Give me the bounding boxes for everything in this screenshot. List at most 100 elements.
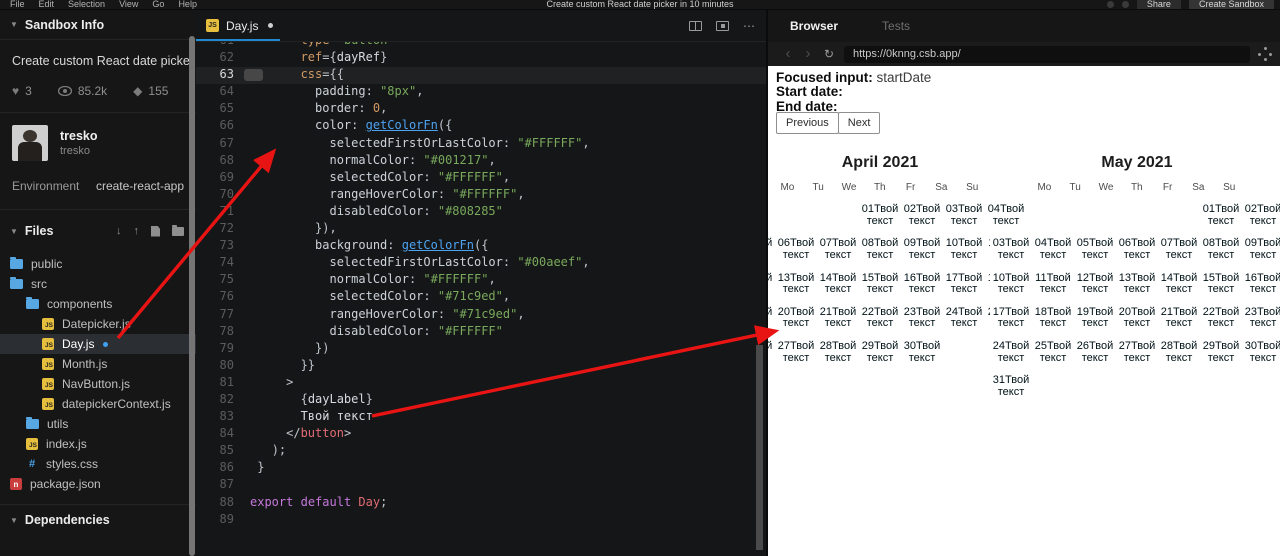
file-tree-item-utils[interactable]: utils	[0, 414, 196, 434]
new-file-icon[interactable]	[151, 225, 160, 237]
calendar-day[interactable]: 23Твой текст	[1242, 305, 1280, 341]
calendar-day[interactable]: 21Твой текст	[817, 305, 859, 341]
calendar-day[interactable]: 26Твой текст	[1074, 340, 1116, 375]
tab-day-js[interactable]: JS Day.js	[196, 10, 287, 42]
file-tree-item-package-json[interactable]: n package.json	[0, 474, 196, 494]
calendar-day[interactable]: 30Твой текст	[901, 340, 943, 375]
calendar-day[interactable]: 03Твой текст	[990, 237, 1032, 272]
menu-item[interactable]: Edit	[39, 0, 55, 9]
calendar-day[interactable]: 24Твой текст	[943, 305, 985, 341]
forward-icon[interactable]: ›	[798, 46, 818, 61]
calendar-day[interactable]: 03Твой текст	[943, 203, 985, 238]
file-tree-item-src[interactable]: src	[0, 274, 196, 294]
split-view-icon[interactable]	[689, 21, 702, 31]
calendar-day[interactable]: 30Твой текст	[1242, 340, 1280, 375]
calendar-day[interactable]: 12Твой текст	[768, 271, 775, 306]
file-tree-item-datepickercontext-js[interactable]: JS datepickerContext.js	[0, 394, 196, 414]
calendar-day[interactable]: 17Твой текст	[943, 271, 985, 306]
calendar-day[interactable]: 22Твой текст	[1200, 305, 1242, 341]
calendar-day[interactable]: 16Твой текст	[1242, 271, 1280, 306]
user-card[interactable]: tresko tresko	[0, 113, 196, 173]
calendar-day[interactable]: 11Твой текст	[1032, 271, 1074, 306]
calendar-day[interactable]: 02Твой текст	[901, 203, 943, 238]
file-tree-item-datepicker-js[interactable]: JS Datepicker.js	[0, 314, 196, 334]
file-tree-item-public[interactable]: public	[0, 254, 196, 274]
share-button[interactable]: Share	[1136, 0, 1181, 9]
sandbox-info-header[interactable]: ▼ Sandbox Info	[0, 10, 196, 40]
calendar-day[interactable]: 29Твой текст	[1200, 340, 1242, 375]
calendar-day[interactable]: 28Твой текст	[1158, 340, 1200, 375]
calendar-day[interactable]: 10Твой текст	[990, 271, 1032, 306]
pointer-mode-icon[interactable]	[1258, 47, 1272, 61]
next-month-button[interactable]: Next	[837, 112, 881, 134]
code-area[interactable]: 61 type="button"62 ref={dayRef}63 css={{…	[196, 42, 766, 556]
dependencies-header[interactable]: ▼ Dependencies	[0, 505, 196, 535]
refresh-icon[interactable]: ↻	[818, 47, 840, 61]
tab-browser[interactable]: Browser	[790, 19, 838, 33]
calendar-day[interactable]: 14Твой текст	[1158, 271, 1200, 306]
calendar-day[interactable]: 21Твой текст	[1158, 305, 1200, 341]
files-header[interactable]: ▼ Files ↓ ↑	[0, 216, 196, 246]
editor-scrollbar[interactable]	[756, 345, 763, 550]
menu-item[interactable]: View	[119, 0, 138, 9]
calendar-day[interactable]: 26Твой текст	[768, 340, 775, 375]
calendar-day[interactable]: 27Твой текст	[1116, 340, 1158, 375]
calendar-day[interactable]: 05Твой текст	[768, 237, 775, 272]
file-tree-item-navbutton-js[interactable]: JS NavButton.js	[0, 374, 196, 394]
calendar-day[interactable]: 12Твой текст	[1074, 271, 1116, 306]
calendar-day[interactable]: 02Твой текст	[1242, 203, 1280, 238]
calendar-day[interactable]: 15Твой текст	[859, 271, 901, 306]
calendar-day[interactable]: 13Твой текст	[1116, 271, 1158, 306]
file-tree-item-components[interactable]: components	[0, 294, 196, 314]
calendar-day[interactable]: 08Твой текст	[1200, 237, 1242, 272]
calendar-day[interactable]: 06Твой текст	[775, 237, 817, 272]
calendar-day[interactable]: 04Твой текст	[1032, 237, 1074, 272]
header-icon[interactable]	[1106, 0, 1114, 8]
calendar-day[interactable]: 19Твой текст	[768, 305, 775, 341]
sidebar-scrollbar[interactable]	[189, 36, 195, 556]
menu-item[interactable]: Help	[178, 0, 197, 9]
calendar-day[interactable]: 23Твой текст	[901, 305, 943, 341]
file-tree-item-index-js[interactable]: JS index.js	[0, 434, 196, 454]
calendar-day[interactable]: 01Твой текст	[1200, 203, 1242, 238]
calendar-day[interactable]: 14Твой текст	[817, 271, 859, 306]
calendar-day[interactable]: 19Твой текст	[1074, 305, 1116, 341]
calendar-day[interactable]: 01Твой текст	[859, 203, 901, 238]
calendar-day[interactable]: 24Твой текст	[990, 340, 1032, 375]
calendar-day[interactable]: 08Твой текст	[859, 237, 901, 272]
calendar-day[interactable]: 29Твой текст	[859, 340, 901, 375]
calendar-day[interactable]: 07Твой текст	[1158, 237, 1200, 272]
calendar-day[interactable]: 09Твой текст	[901, 237, 943, 272]
file-tree-item-day-js[interactable]: JS Day.js	[0, 334, 196, 354]
calendar-day[interactable]: 22Твой текст	[859, 305, 901, 341]
file-tree-item-styles-css[interactable]: # styles.css	[0, 454, 196, 474]
menu-item[interactable]: Selection	[68, 0, 105, 9]
menu-item[interactable]: Go	[152, 0, 164, 9]
create-sandbox-button[interactable]: Create Sandbox	[1188, 0, 1274, 9]
file-tree-item-month-js[interactable]: JS Month.js	[0, 354, 196, 374]
previous-month-button[interactable]: Previous	[776, 112, 839, 134]
calendar-day[interactable]: 20Твой текст	[775, 305, 817, 341]
open-preview-icon[interactable]	[716, 21, 729, 31]
tab-tests[interactable]: Tests	[882, 19, 910, 33]
more-options-icon[interactable]: ⋯	[743, 20, 756, 32]
calendar-day[interactable]: 18Твой текст	[1032, 305, 1074, 341]
new-folder-icon[interactable]	[172, 224, 184, 236]
calendar-day[interactable]: 13Твой текст	[775, 271, 817, 306]
download-icon[interactable]: ↓	[116, 225, 122, 237]
menu-item[interactable]: File	[10, 0, 25, 9]
calendar-day[interactable]: 31Твой текст	[990, 374, 1032, 409]
upload-icon[interactable]: ↑	[134, 225, 140, 237]
header-icon[interactable]	[1121, 0, 1129, 8]
calendar-day[interactable]: 07Твой текст	[817, 237, 859, 272]
url-input[interactable]: https://0knng.csb.app/	[844, 45, 1250, 63]
calendar-day[interactable]: 05Твой текст	[1074, 237, 1116, 272]
calendar-day[interactable]: 10Твой текст	[943, 237, 985, 272]
calendar-day[interactable]: 16Твой текст	[901, 271, 943, 306]
back-icon[interactable]: ‹	[778, 46, 798, 61]
calendar-day[interactable]: 20Твой текст	[1116, 305, 1158, 341]
calendar-day[interactable]: 15Твой текст	[1200, 271, 1242, 306]
calendar-day[interactable]: 06Твой текст	[1116, 237, 1158, 272]
calendar-day[interactable]: 25Твой текст	[1032, 340, 1074, 375]
calendar-day[interactable]: 28Твой текст	[817, 340, 859, 375]
